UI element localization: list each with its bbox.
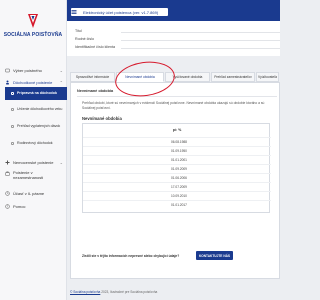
sidebar-item-label: Poistenie v nezamestnanosti — [13, 170, 44, 180]
tab-bar: Spravodlivé informácie Nevnímané obdobia… — [70, 72, 280, 82]
sidebar-item-label: Výber poistného — [13, 67, 42, 73]
tab-vyuctovatela[interactable]: Vyúčtovateľa — [256, 72, 279, 82]
sidebar-subitem-priprava[interactable]: Prípravná na dôchodok — [5, 87, 67, 100]
help-icon: ? — [5, 203, 10, 209]
sidebar-item-label: Dôchodkové poistenie — [13, 79, 53, 85]
table-row: 01.09.2009 — [83, 164, 271, 171]
sidebar: SOCIÁLNA POISŤOVŇA Výber poistného ⌄ Dôc… — [0, 0, 67, 300]
briefcase-icon — [5, 171, 10, 176]
table-row: 01.06.2006 — [83, 173, 271, 180]
content-card: Nevnímané obdobia Prehľad období, ktoré … — [70, 82, 280, 279]
top-bar: Elektronický účet poistenca (ver. v1.7.8… — [67, 0, 280, 21]
sidebar-item-label: Nemocenské poistenie — [13, 159, 54, 165]
footer: © Sociálna poisťovňa 2023, Ilustračné pr… — [70, 290, 157, 294]
contact-us-button[interactable]: KONTAKTUJTE NÁS — [196, 251, 233, 260]
logo-emblem-icon — [28, 14, 38, 28]
tab-spravodlive-informacie[interactable]: Spravodlivé informácie — [70, 72, 115, 82]
chevron-down-icon: ⌄ — [59, 67, 63, 73]
feedback-question: Zistili ste v tějito informacích nepresn… — [82, 254, 179, 258]
sidebar-item-nemocenske-poistenie[interactable]: Nemocenské poistenie ⌄ — [0, 158, 67, 166]
app-title: Elektronický účet poistenca (ver. v1.7.8… — [71, 8, 168, 16]
periods-table: pí: % 06.08.1988 01.09.1950 01.01.2001 0… — [82, 123, 271, 213]
table-cell: 06.08.1988 — [171, 140, 187, 144]
table-cell: 01.09.2009 — [171, 167, 187, 171]
table-header: pí: % — [172, 128, 182, 132]
sidebar-item-dochodkove-poistenie[interactable]: Dôchodkové poistenie ⌃ — [0, 78, 67, 86]
table-row: 06.08.1988 — [83, 137, 271, 144]
doc-icon — [11, 92, 14, 95]
sidebar-item-label: Účasť v IL pásme — [13, 190, 45, 196]
field-value-identifikacne-cislo — [121, 44, 280, 49]
table-cell: 10.09.2010 — [171, 194, 187, 198]
health-icon — [5, 160, 10, 165]
logo-text: SOCIÁLNA POISŤOVŇA — [3, 32, 63, 38]
tab-label: Prehľad zamestnávateľov — [214, 75, 252, 79]
sidebar-subitem-label: Prípravná na dôchodok — [17, 91, 57, 96]
tab-label: Spravodlivé informácie — [75, 75, 110, 79]
chevron-down-icon: ⌄ — [59, 159, 63, 165]
table-cell: 01.01.2001 — [171, 158, 187, 162]
app-title-text: Elektronický účet poistenca (ver. v1.7.8… — [83, 9, 159, 15]
sidebar-subitem-rodinny-dochodok[interactable]: Rodinnéový dôchodok — [11, 138, 67, 148]
insured-info-panel: Titul Rodné číslo Identifikačné číslo kl… — [67, 21, 280, 56]
field-label-rodne-cislo: Rodné číslo — [75, 37, 94, 41]
sidebar-subitem-label: Rodinnéový dôchodok — [17, 140, 53, 145]
sidebar-subitem-label: Prehľad vyplatených dávok — [17, 123, 61, 128]
field-label-titul: Titul — [75, 29, 82, 33]
footer-link[interactable]: © Sociálna poisťovňa — [70, 290, 100, 294]
table-row: 01.09.1950 — [83, 146, 271, 153]
table-row: 01.01.2017 — [83, 200, 271, 207]
sidebar-item-vyber-poistneho[interactable]: Výber poistného ⌄ — [0, 66, 67, 74]
divider — [77, 96, 277, 97]
sidebar-item-label: Pomoc — [13, 203, 26, 209]
chevron-up-icon: ⌃ — [59, 79, 63, 85]
sidebar-subitem-prehlad-davok[interactable]: Prehľad vyplatených dávok — [11, 121, 67, 131]
table-row: 17.07.2009 — [83, 182, 271, 189]
field-label-identifikacne-cislo: Identifikačné číslo klienta — [75, 45, 115, 49]
tab-prehlad-zamestnavatelov[interactable]: Prehľad zamestnávateľov — [211, 72, 255, 82]
feedback-question-text: Zistili ste v tějito informacích nepresn… — [82, 254, 180, 258]
wallet-icon — [5, 68, 10, 73]
tab-label: Vyúčtovateľa — [258, 75, 277, 79]
table-cell: 01.01.2017 — [171, 203, 187, 207]
section-title: Nevnímané obdobia — [82, 116, 122, 121]
sidebar-item-ucast-il[interactable]: Účasť v IL pásme — [0, 189, 67, 197]
doc-icon — [11, 141, 14, 145]
table-cell: 01.06.2006 — [171, 176, 187, 180]
clock-icon — [5, 190, 10, 196]
description-text: Prehľad období, ktoré sú nevnímaných v e… — [82, 101, 277, 110]
menu-icon[interactable] — [71, 9, 77, 15]
footer-text: 2023, Ilustračné pre Sociálna poisťovňa — [101, 290, 158, 294]
description-paragraph: Prehľad období, ktoré sú nevnímaných v e… — [82, 101, 265, 110]
table-row: 10.09.2010 — [83, 191, 271, 198]
logo[interactable]: SOCIÁLNA POISŤOVŇA — [0, 0, 66, 52]
sidebar-subitem-label: Určenie dôchodkového veku — [17, 106, 63, 111]
tab-label: Vyúčtované obdobia — [172, 75, 203, 79]
table-cell: 17.07.2009 — [171, 185, 187, 189]
doc-icon — [11, 107, 14, 111]
sidebar-item-pomoc[interactable]: ? Pomoc — [0, 202, 67, 210]
field-value-rodne-cislo — [121, 36, 280, 41]
table-cell: 01.09.1950 — [171, 149, 187, 153]
table-row: 01.01.2001 — [83, 155, 271, 162]
sidebar-subitem-urcenie-veku[interactable]: Určenie dôchodkového veku — [11, 104, 67, 114]
card-header: Nevnímané obdobia — [77, 89, 114, 93]
people-icon — [5, 80, 10, 85]
doc-icon — [11, 124, 14, 128]
sidebar-item-poistenie-nezamestnanost[interactable]: Poistenie v nezamestnanosti — [0, 170, 67, 184]
field-value-titul — [121, 28, 280, 33]
